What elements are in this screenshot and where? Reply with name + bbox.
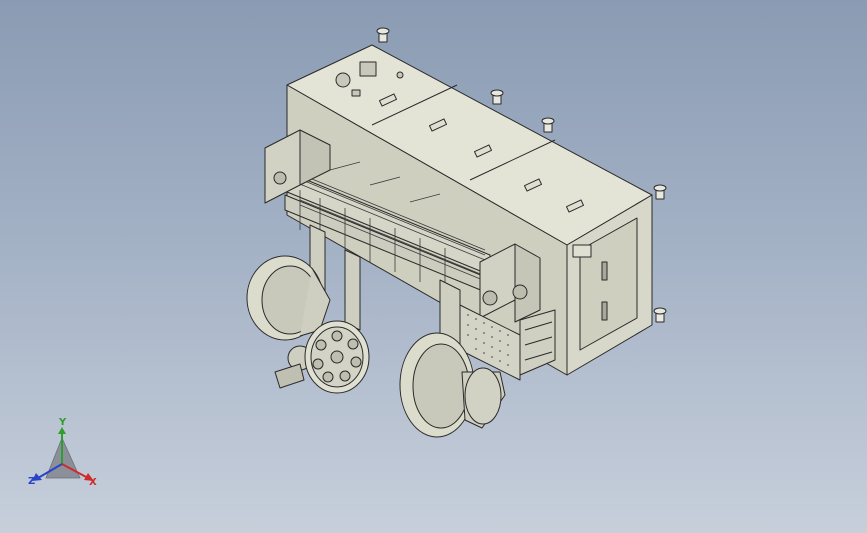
view-orientation-triad-icon[interactable]: Y X Z [22, 418, 112, 498]
side-box [572, 244, 592, 258]
triad-axes [32, 427, 94, 481]
x-axis-label: X [89, 477, 97, 488]
cad-viewport[interactable]: Y X Z [0, 0, 867, 533]
z-axis-label: Z [28, 476, 36, 487]
y-axis-label: Y [59, 417, 67, 428]
side-handle [601, 301, 608, 321]
y-axis-arrowhead [58, 427, 66, 434]
machine-assembly-model[interactable] [0, 0, 867, 533]
side-handle [601, 261, 608, 281]
